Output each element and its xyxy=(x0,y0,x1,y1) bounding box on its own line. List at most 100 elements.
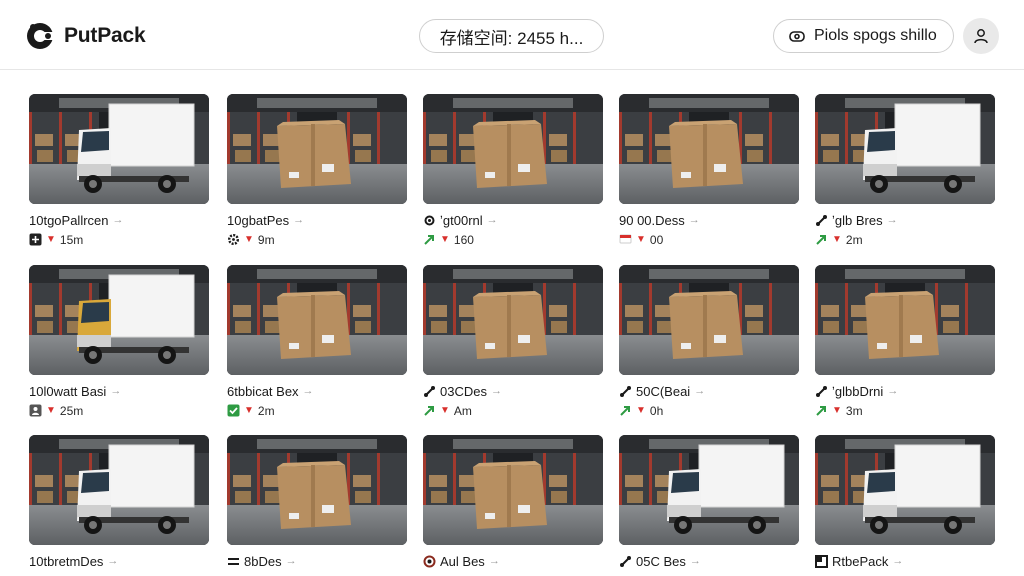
card-title-row: 6tbbicat Bex → xyxy=(227,383,407,399)
pack-icon xyxy=(815,554,828,568)
package-card[interactable]: 90 00.Dess → ▼ 00 xyxy=(619,94,799,247)
chevron-right-icon: → xyxy=(688,214,700,226)
down-arrow-icon: ▼ xyxy=(46,405,56,416)
chevron-right-icon: → xyxy=(285,555,297,567)
link-icon xyxy=(619,555,632,568)
card-meta-value: 25m xyxy=(59,403,84,418)
package-card[interactable]: ʼglbbDrni → ▼ 3m xyxy=(815,265,995,418)
card-title-row: ʼgt00rnl → xyxy=(423,212,603,228)
package-card[interactable]: 05C Bes → xyxy=(619,435,799,569)
card-meta-row: ▼ 25m xyxy=(29,403,209,418)
pin-icon xyxy=(423,555,436,568)
app-logo[interactable]: PutPack xyxy=(24,20,146,52)
down-arrow-icon: ▼ xyxy=(832,234,842,245)
package-card[interactable]: 03CDes → ▼ Am xyxy=(423,265,603,418)
card-title: 10tgoPallrcen xyxy=(29,212,109,228)
link-icon xyxy=(815,214,828,227)
card-title-row: ʼglb Bres → xyxy=(815,212,995,228)
box-thumbnail[interactable] xyxy=(423,94,603,204)
package-card[interactable]: ʼglb Bres → ▼ 2m xyxy=(815,94,995,247)
green-arrow-icon xyxy=(423,233,436,246)
box-thumbnail[interactable] xyxy=(227,435,407,545)
down-arrow-icon: ▼ xyxy=(636,234,646,245)
truck-thumbnail[interactable] xyxy=(619,435,799,545)
link-icon xyxy=(619,385,632,398)
package-card[interactable]: RtbePack → xyxy=(815,435,995,569)
card-title: 03CDes xyxy=(440,383,487,399)
person-square-icon xyxy=(29,404,42,417)
box-thumbnail[interactable] xyxy=(423,265,603,375)
card-title: RtbePack xyxy=(832,553,889,569)
chevron-right-icon: → xyxy=(302,385,314,397)
truck-thumbnail[interactable] xyxy=(815,435,995,545)
down-arrow-icon: ▼ xyxy=(636,405,646,416)
truck-thumbnail[interactable] xyxy=(29,435,209,545)
package-card[interactable]: 50C(Beai → ▼ 0h xyxy=(619,265,799,418)
chevron-right-icon: → xyxy=(694,385,706,397)
package-card[interactable]: 8bDes → xyxy=(227,435,407,569)
card-meta-row: ▼ 00 xyxy=(619,232,799,247)
package-card[interactable]: ʼgt00rnl → ▼ 160 xyxy=(423,94,603,247)
gear-icon xyxy=(423,214,436,227)
card-title: ʼglb Bres xyxy=(832,212,883,228)
box-thumbnail[interactable] xyxy=(227,265,407,375)
logo-icon xyxy=(27,23,54,49)
card-title-row: Aul Bes → xyxy=(423,553,603,569)
card-title: ʼglbbDrni xyxy=(832,383,884,399)
card-meta-value: Am xyxy=(453,403,472,418)
chevron-right-icon: → xyxy=(293,214,305,226)
chevron-right-icon: → xyxy=(486,214,498,226)
green-arrow-icon xyxy=(815,233,828,246)
card-title: 50C(Beai xyxy=(636,383,691,399)
card-title: 90 00.Dess xyxy=(619,212,685,228)
card-title-row: RtbePack → xyxy=(815,553,995,569)
tag-icon xyxy=(789,31,805,42)
card-title-row: 03CDes → xyxy=(423,383,603,399)
down-arrow-icon: ▼ xyxy=(440,234,450,245)
chevron-right-icon: → xyxy=(490,385,502,397)
card-title: 6tbbicat Bex xyxy=(227,383,299,399)
card-meta-row: ▼ 3m xyxy=(815,403,995,418)
chevron-right-icon: → xyxy=(886,214,898,226)
box-thumbnail[interactable] xyxy=(619,94,799,204)
box-thumbnail[interactable] xyxy=(227,94,407,204)
down-arrow-icon: ▼ xyxy=(244,405,254,416)
package-card[interactable]: 10tbretmDes → xyxy=(29,435,209,569)
chevron-right-icon: → xyxy=(107,555,119,567)
card-meta-row: ▼ 0h xyxy=(619,403,799,418)
package-card[interactable]: 10tgoPallrcen → ▼ 15m xyxy=(29,94,209,247)
link-icon xyxy=(815,385,828,398)
user-avatar[interactable] xyxy=(963,18,999,54)
tag-action-button[interactable]: Piols spogs shillo xyxy=(773,19,954,53)
truck-thumbnail[interactable] xyxy=(29,94,209,204)
red-flag-icon xyxy=(619,233,632,246)
truck-thumbnail[interactable] xyxy=(29,265,209,375)
down-arrow-icon: ▼ xyxy=(46,234,56,245)
card-title-row: 8bDes → xyxy=(227,553,407,569)
box-thumbnail[interactable] xyxy=(619,265,799,375)
truck-thumbnail[interactable] xyxy=(815,94,995,204)
box-thumbnail[interactable] xyxy=(815,265,995,375)
card-title-row: 90 00.Dess → xyxy=(619,212,799,228)
storage-indicator[interactable]: 存储空间: 2455 h... xyxy=(419,19,604,53)
package-card[interactable]: Aul Bes → xyxy=(423,435,603,569)
card-meta-value: 15m xyxy=(59,232,84,247)
app-name: PutPack xyxy=(64,24,146,47)
box-thumbnail[interactable] xyxy=(423,435,603,545)
package-card[interactable]: 10l0watt Basi → ▼ 25m xyxy=(29,265,209,418)
card-meta-row: ▼ Am xyxy=(423,403,603,418)
chevron-right-icon: → xyxy=(892,555,904,567)
package-card[interactable]: 6tbbicat Bex → ▼ 2m xyxy=(227,265,407,418)
green-arrow-icon xyxy=(619,404,632,417)
card-meta-row: ▼ 15m xyxy=(29,232,209,247)
package-card[interactable]: 10gbatPes → ▼ 9m xyxy=(227,94,407,247)
card-meta-row: ▼ 9m xyxy=(227,232,407,247)
green-arrow-icon xyxy=(423,404,436,417)
green-check-icon xyxy=(227,404,240,417)
card-meta-row: ▼ 2m xyxy=(815,232,995,247)
down-arrow-icon: ▼ xyxy=(832,405,842,416)
list-icon xyxy=(227,555,240,568)
card-meta-value: 2m xyxy=(257,403,275,418)
card-title-row: 10tgoPallrcen → xyxy=(29,212,209,228)
card-title-row: 05C Bes → xyxy=(619,553,799,569)
